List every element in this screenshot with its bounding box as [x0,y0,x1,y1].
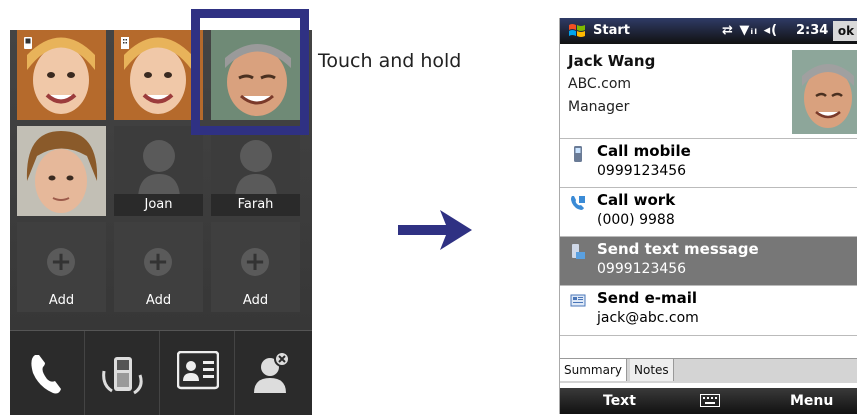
title-bar: Start ⇄ ▼ᵢₗ ◂( 2:34 ok [560,18,857,44]
add-label: Add [145,293,172,308]
action-value: 0999123456 [597,163,687,179]
contact-tile[interactable] [17,126,106,216]
person-silhouette-icon [138,140,180,200]
action-title: Call work [597,191,676,209]
menu-softkey[interactable]: Menu [790,393,833,409]
contact-tile[interactable]: Farah [211,126,300,216]
add-contact-tile[interactable]: + Add [17,222,106,312]
phone-button[interactable] [10,331,85,415]
mobile-phone-icon [574,146,582,162]
contact-photo-image [792,50,857,134]
tab-summary[interactable]: Summary [560,359,627,381]
person-silhouette-icon [235,140,277,200]
send-email-action[interactable]: Send e-mail jack@abc.com [560,285,857,336]
contact-name: Joan [144,197,173,212]
tab-strip: Summary Notes [560,358,857,383]
contact-company: ABC.com [568,76,632,92]
contact-card-button[interactable] [160,331,235,415]
softkey-bar: Text Menu [560,388,857,414]
add-label: Add [48,293,75,308]
selection-highlight-box [191,9,309,135]
contact-job-title: Manager [568,99,630,115]
contact-tile[interactable]: Joan [114,126,203,216]
text-softkey[interactable]: Text [603,393,636,409]
contact-tile[interactable] [17,30,106,120]
remove-contact-button[interactable] [235,331,309,415]
email-icon [570,294,586,307]
call-work-action[interactable]: Call work (000) 9988 [560,187,857,237]
contact-photo [17,126,106,216]
bottom-toolbar [10,330,312,415]
action-title: Send text message [597,240,759,258]
add-contact-tile[interactable]: + Add [114,222,203,312]
call-history-button[interactable] [85,331,160,415]
action-value: jack@abc.com [597,310,699,326]
work-phone-icon [571,196,585,210]
clock: 2:34 [796,23,829,38]
mobile-icon [24,37,32,49]
contact-photo [792,50,857,134]
status-icons: ⇄ ▼ᵢₗ ◂( [722,23,779,38]
contact-tile[interactable] [114,30,203,120]
windows-start-icon[interactable] [568,22,586,40]
ok-button[interactable]: ok [833,21,857,41]
add-contact-tile[interactable]: + Add [211,222,300,312]
add-icon: + [144,248,172,276]
tab-notes[interactable]: Notes [630,359,674,381]
start-label[interactable]: Start [593,23,630,38]
action-title: Call mobile [597,142,691,160]
sms-icon [572,244,585,259]
contact-card-icon [177,351,219,390]
phone-icon [31,355,61,394]
contact-name: Jack Wang [568,52,656,70]
call-history-icon [102,357,143,395]
contact-details-screen: Start ⇄ ▼ᵢₗ ◂( 2:34 ok Jack Wang ABC.com… [559,18,857,414]
add-icon: + [47,248,75,276]
right-arrow-icon [398,210,472,250]
remove-contact-icon [254,351,290,393]
keyboard-icon[interactable] [700,394,720,407]
add-label: Add [242,293,269,308]
send-text-message-action[interactable]: Send text message 0999123456 [560,236,857,286]
action-value: (000) 9988 [597,212,675,228]
add-icon: + [241,248,269,276]
building-icon [121,37,129,49]
action-title: Send e-mail [597,289,698,307]
call-mobile-action[interactable]: Call mobile 0999123456 [560,138,857,188]
instruction-label: Touch and hold [318,50,462,72]
action-value: 0999123456 [597,261,687,277]
contact-name: Farah [237,197,274,212]
